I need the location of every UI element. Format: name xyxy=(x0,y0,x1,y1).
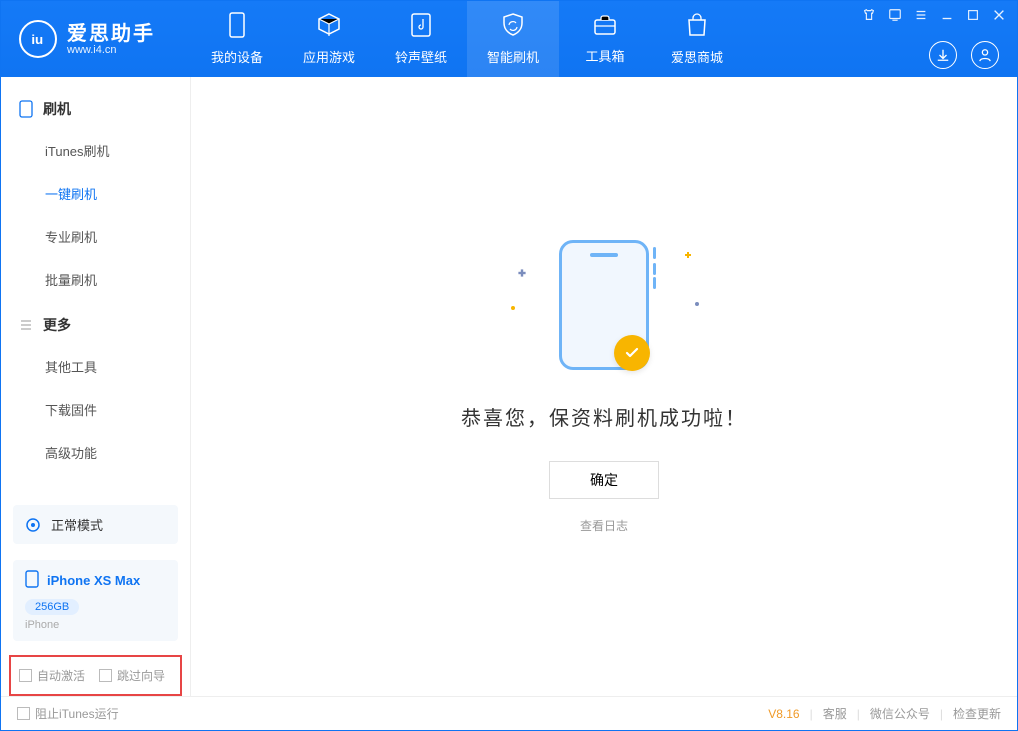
status-link-update[interactable]: 检查更新 xyxy=(953,705,1001,722)
tshirt-icon[interactable] xyxy=(861,7,877,23)
minimize-icon[interactable] xyxy=(939,7,955,23)
sparkle-icon xyxy=(685,252,691,258)
checkbox-icon xyxy=(17,707,30,720)
more-lines-icon xyxy=(19,318,35,332)
sidebar-item-advanced[interactable]: 高级功能 xyxy=(1,431,190,474)
checkbox-icon xyxy=(99,669,112,682)
storage-pill: 256GB xyxy=(25,599,79,615)
cube-icon xyxy=(316,12,342,43)
device-phone-icon xyxy=(25,570,39,591)
status-link-wechat[interactable]: 微信公众号 xyxy=(870,705,930,722)
options-highlight-box: 自动激活 跳过向导 xyxy=(9,655,182,696)
sidebar-item-oneclick-flash[interactable]: 一键刷机 xyxy=(1,172,190,215)
top-nav: 我的设备 应用游戏 铃声壁纸 智能刷机 工具箱 爱思商城 xyxy=(191,1,743,77)
device-name: iPhone XS Max xyxy=(47,573,140,588)
body: 刷机 iTunes刷机 一键刷机 专业刷机 批量刷机 更多 其他工具 下载固件 … xyxy=(1,77,1017,696)
menu-icon[interactable] xyxy=(913,7,929,23)
shield-refresh-icon xyxy=(500,12,526,43)
maximize-icon[interactable] xyxy=(965,7,981,23)
sidebar-item-itunes-flash[interactable]: iTunes刷机 xyxy=(1,129,190,172)
header: iu 爱思助手 www.i4.cn 我的设备 应用游戏 铃声壁纸 智能 xyxy=(1,1,1017,77)
nav-ringtones-wallpapers[interactable]: 铃声壁纸 xyxy=(375,1,467,77)
phone-illustration-icon xyxy=(559,240,649,370)
checkbox-block-itunes[interactable]: 阻止iTunes运行 xyxy=(17,705,119,722)
nav-toolbox[interactable]: 工具箱 xyxy=(559,1,651,77)
sidebar-group-more: 更多 xyxy=(1,301,190,345)
version-label: V8.16 xyxy=(768,707,799,721)
device-type: iPhone xyxy=(25,619,166,631)
checkbox-icon xyxy=(19,669,32,682)
phone-icon xyxy=(226,12,248,43)
sidebar: 刷机 iTunes刷机 一键刷机 专业刷机 批量刷机 更多 其他工具 下载固件 … xyxy=(1,77,191,696)
mode-icon xyxy=(25,517,43,533)
success-title: 恭喜您，保资料刷机成功啦！ xyxy=(461,402,747,431)
logo-area: iu 爱思助手 www.i4.cn xyxy=(1,1,191,77)
download-icon[interactable] xyxy=(929,41,957,69)
sidebar-item-download-firmware[interactable]: 下载固件 xyxy=(1,388,190,431)
sidebar-group-title: 刷机 xyxy=(43,99,71,119)
mode-card[interactable]: 正常模式 xyxy=(13,505,178,544)
checkbox-skip-guide[interactable]: 跳过向导 xyxy=(99,667,165,684)
app-window: iu 爱思助手 www.i4.cn 我的设备 应用游戏 铃声壁纸 智能 xyxy=(0,0,1018,731)
dot-icon xyxy=(511,306,515,310)
nav-store[interactable]: 爱思商城 xyxy=(651,1,743,77)
nav-apps-games[interactable]: 应用游戏 xyxy=(283,1,375,77)
app-name: 爱思助手 xyxy=(67,23,155,45)
sidebar-item-pro-flash[interactable]: 专业刷机 xyxy=(1,215,190,258)
music-note-icon xyxy=(409,12,433,43)
toolbox-icon xyxy=(592,13,618,42)
feedback-icon[interactable] xyxy=(887,7,903,23)
window-controls xyxy=(861,7,1007,23)
sidebar-item-other-tools[interactable]: 其他工具 xyxy=(1,345,190,388)
phone-outline-icon xyxy=(19,100,35,118)
checkbox-auto-activate[interactable]: 自动激活 xyxy=(19,667,85,684)
dot-icon xyxy=(695,302,699,306)
svg-text:iu: iu xyxy=(31,32,43,47)
ok-button[interactable]: 确定 xyxy=(549,461,659,499)
sidebar-group-flash: 刷机 xyxy=(1,85,190,129)
sidebar-group-title: 更多 xyxy=(43,315,71,335)
user-icon[interactable] xyxy=(971,41,999,69)
status-link-support[interactable]: 客服 xyxy=(823,705,847,722)
nav-smart-flash[interactable]: 智能刷机 xyxy=(467,1,559,77)
checkbox-label: 跳过向导 xyxy=(117,667,165,684)
check-badge-icon xyxy=(614,335,650,371)
close-icon[interactable] xyxy=(991,7,1007,23)
checkbox-label: 自动激活 xyxy=(37,667,85,684)
device-card[interactable]: iPhone XS Max 256GB iPhone xyxy=(13,560,178,641)
mode-label: 正常模式 xyxy=(51,515,103,534)
status-bar: 阻止iTunes运行 V8.16 | 客服 | 微信公众号 | 检查更新 xyxy=(1,696,1017,730)
sparkle-icon xyxy=(518,269,525,276)
sidebar-item-batch-flash[interactable]: 批量刷机 xyxy=(1,258,190,301)
success-illustration xyxy=(539,240,669,380)
checkbox-label: 阻止iTunes运行 xyxy=(35,705,119,722)
header-actions xyxy=(929,41,999,69)
shopping-bag-icon xyxy=(685,12,709,43)
app-site: www.i4.cn xyxy=(67,45,155,56)
app-logo-icon: iu xyxy=(19,20,57,58)
nav-my-device[interactable]: 我的设备 xyxy=(191,1,283,77)
main-content: 恭喜您，保资料刷机成功啦！ 确定 查看日志 xyxy=(191,77,1017,696)
view-log-link[interactable]: 查看日志 xyxy=(580,517,628,534)
